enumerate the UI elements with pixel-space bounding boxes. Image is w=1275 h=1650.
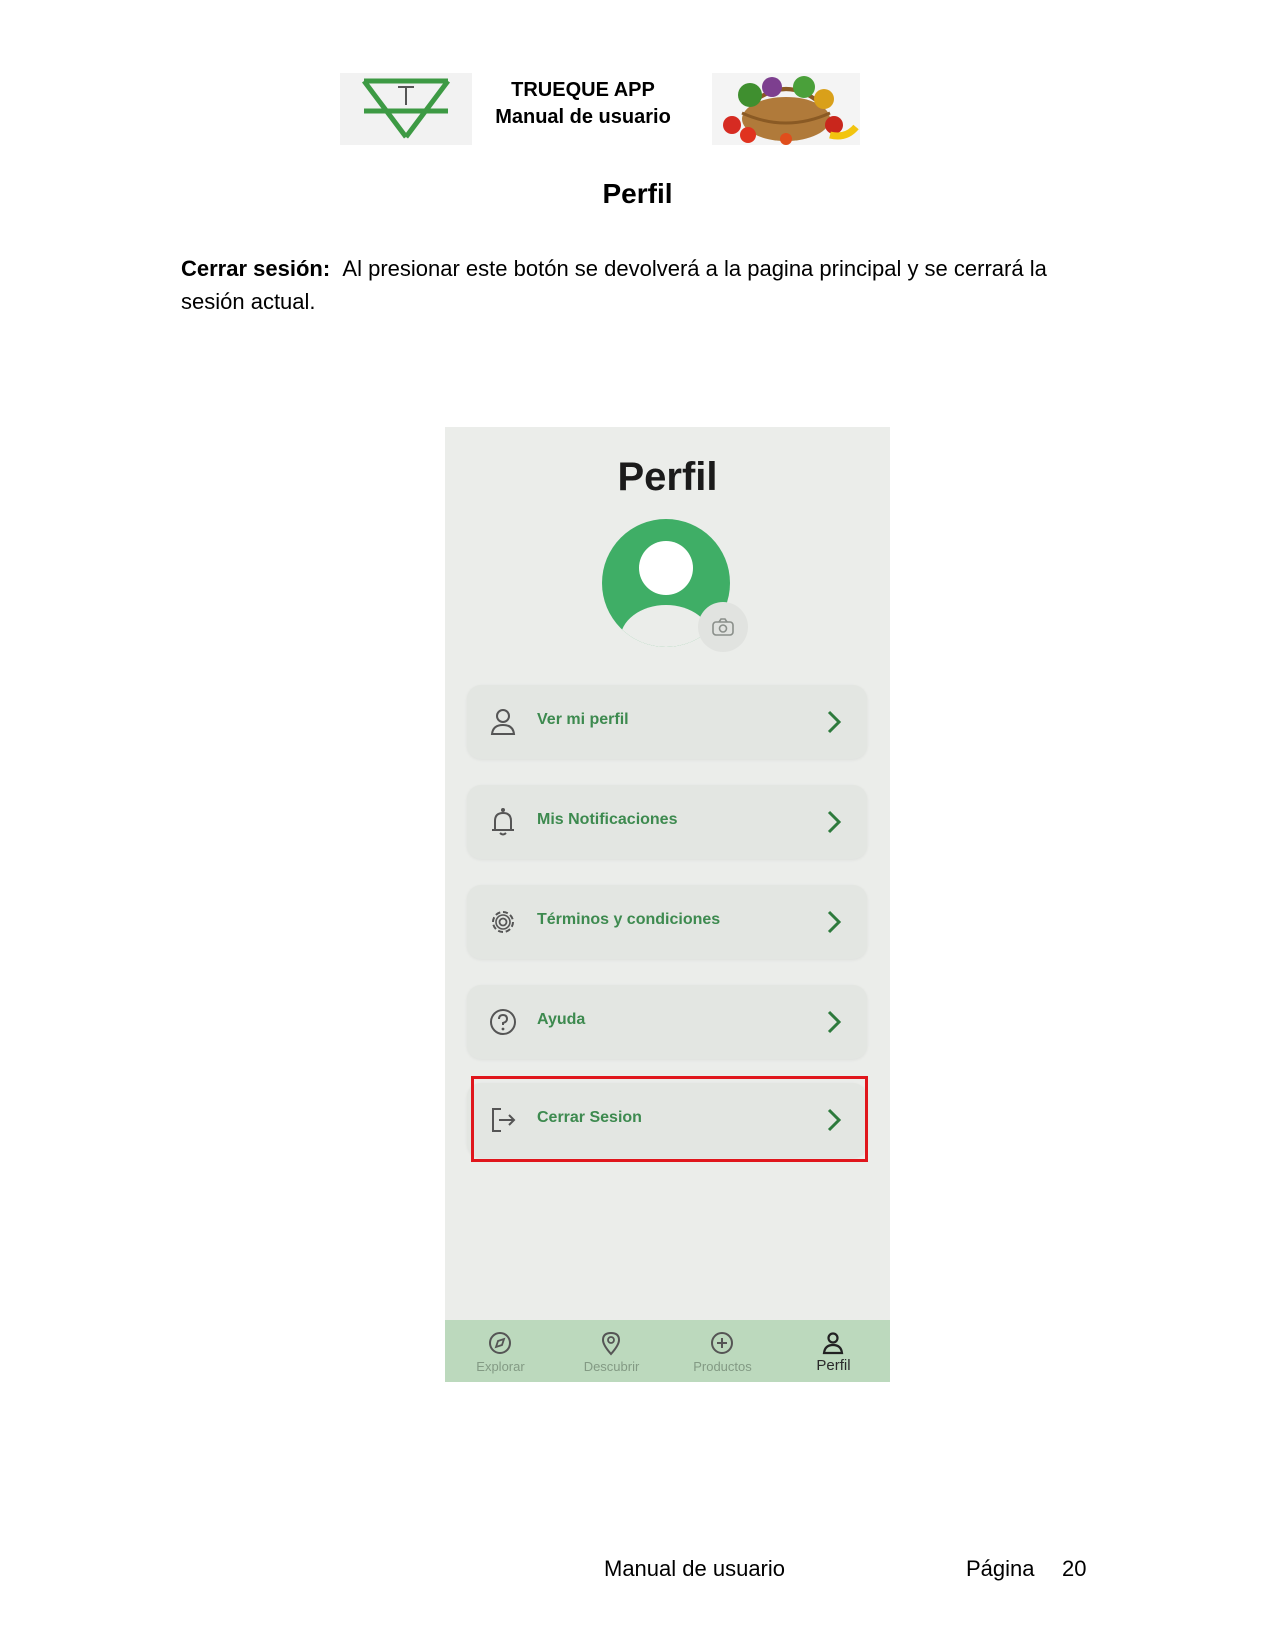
person-icon bbox=[822, 1332, 844, 1355]
page-title: Perfil bbox=[602, 178, 673, 209]
chevron-right-icon bbox=[827, 1010, 842, 1034]
chevron-right-icon bbox=[827, 710, 842, 734]
change-photo-button[interactable] bbox=[698, 602, 748, 652]
menu-item-ayuda[interactable]: Ayuda bbox=[467, 985, 867, 1059]
menu-item-notificaciones[interactable]: Mis Notificaciones bbox=[467, 785, 867, 859]
menu-item-ver-perfil[interactable]: Ver mi perfil bbox=[467, 685, 867, 759]
highlight-box bbox=[471, 1076, 868, 1162]
bottom-nav: Explorar Descubrir Productos Perfil bbox=[445, 1320, 890, 1382]
document-header: TRUEQUE APP Manual de usuario bbox=[340, 73, 860, 145]
user-icon bbox=[490, 709, 516, 735]
nav-item-perfil[interactable]: Perfil bbox=[778, 1320, 889, 1382]
profile-screen-title: Perfil bbox=[617, 455, 718, 499]
fruit-basket-image bbox=[712, 73, 860, 145]
header-line-2: Manual de usuario bbox=[495, 106, 671, 128]
nav-label: Perfil bbox=[816, 1357, 851, 1374]
header-title: TRUEQUE APP Manual de usuario bbox=[478, 77, 688, 131]
help-icon bbox=[490, 1009, 516, 1035]
location-pin-icon bbox=[601, 1331, 621, 1356]
phone-screenshot: Perfil Ver mi perfil Mis Notificaciones bbox=[445, 427, 890, 1382]
menu-item-terminos[interactable]: Términos y condiciones bbox=[467, 885, 867, 959]
header-line-1: TRUEQUE APP bbox=[511, 79, 655, 101]
footer-page-label: Página bbox=[966, 1556, 1035, 1581]
compass-icon bbox=[489, 1332, 511, 1354]
nav-label: Descubrir bbox=[583, 1359, 640, 1374]
nav-item-explorar[interactable]: Explorar bbox=[445, 1320, 556, 1382]
menu-label: Ver mi perfil bbox=[537, 711, 629, 728]
nav-item-descubrir[interactable]: Descubrir bbox=[556, 1320, 667, 1382]
plus-circle-icon bbox=[711, 1332, 733, 1354]
bell-icon bbox=[492, 808, 514, 836]
nav-label: Explorar bbox=[476, 1359, 525, 1374]
nav-item-productos[interactable]: Productos bbox=[667, 1320, 778, 1382]
gear-icon bbox=[492, 911, 514, 933]
menu-label: Ayuda bbox=[537, 1011, 586, 1028]
menu-label: Mis Notificaciones bbox=[537, 811, 678, 828]
footer-manual-label: Manual de usuario bbox=[604, 1556, 786, 1581]
trueque-logo bbox=[340, 73, 472, 145]
nav-label: Productos bbox=[693, 1359, 752, 1374]
menu-label: Términos y condiciones bbox=[537, 911, 721, 928]
description-label: Cerrar sesión: bbox=[181, 256, 331, 281]
camera-icon bbox=[712, 618, 734, 636]
footer-page-number: 20 bbox=[1062, 1556, 1087, 1581]
avatar-head bbox=[639, 541, 693, 595]
chevron-right-icon bbox=[827, 910, 842, 934]
chevron-right-icon bbox=[827, 810, 842, 834]
description-paragraph: Cerrar sesión: Al presionar este botón s… bbox=[181, 252, 1081, 318]
